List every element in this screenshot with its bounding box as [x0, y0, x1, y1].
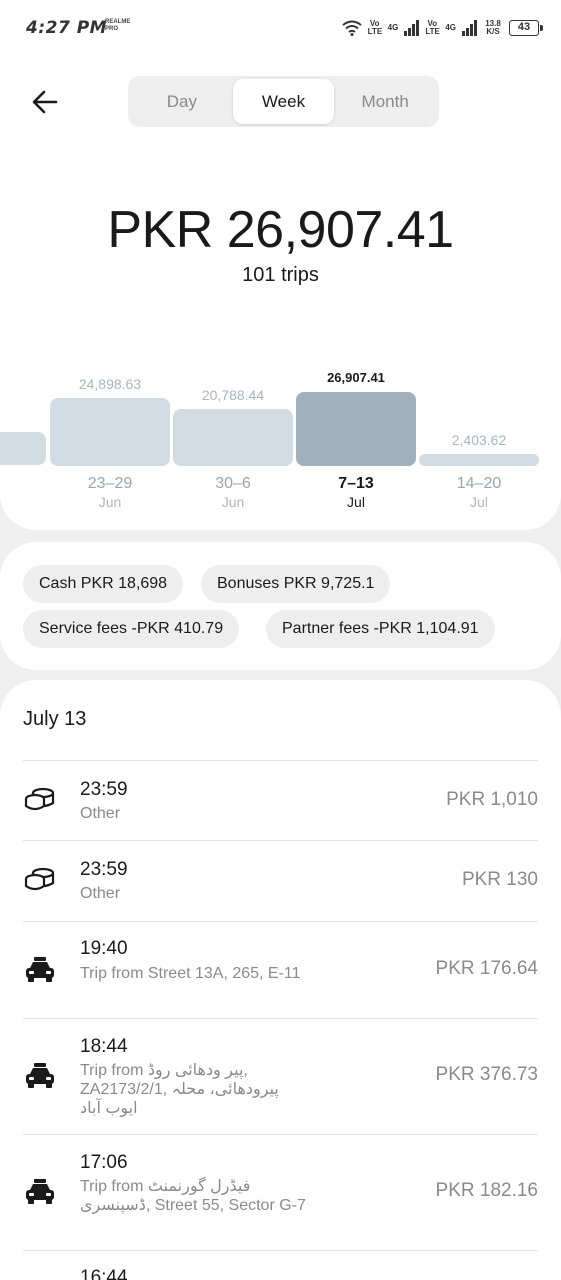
bar-value-label: 24,898.63 [78, 375, 142, 392]
bar-week-30–6[interactable] [173, 408, 293, 466]
chip-partner-fees[interactable]: Partner fees -PKR 1,104.91 [266, 610, 495, 648]
bar-week-23–29[interactable] [50, 397, 170, 466]
bar-category-label[interactable]: 14–20 Jul [419, 475, 539, 511]
item-time: 16:44 [80, 1267, 128, 1280]
item-amount: PKR 1,010 [446, 789, 538, 810]
chip-cash[interactable]: Cash PKR 18,698 [23, 565, 184, 603]
bar-value-label: 20,788.44 [201, 386, 265, 403]
bar-category-label[interactable]: 23–29 Jun [50, 475, 170, 511]
item-time: 17:06 [80, 1152, 128, 1173]
bar-previous-partial[interactable] [0, 432, 46, 465]
bar-value-label: 2,403.62 [451, 432, 507, 448]
breakdown-card [0, 542, 561, 670]
list-date-heading: July 13 [23, 708, 87, 730]
bar-week-14–20[interactable] [419, 454, 539, 466]
car-icon [26, 1063, 54, 1088]
item-time: 18:44 [80, 1036, 128, 1057]
item-description: Trip from Street 13A, 265, E-11 [80, 965, 301, 982]
item-time: 23:59 [80, 779, 128, 800]
item-time: 19:40 [80, 938, 128, 959]
item-description: Trip from پیر ودھائی روڈ, ZA2173/2/1, پی… [80, 1062, 279, 1117]
item-description: Trip from فیڈرل گورنمنٹ ڈسپنسری, Street … [80, 1178, 306, 1214]
weekly-earnings-chart: 24,898.63 23–29 Jun 20,788.44 30–6 Jun 26,907.… [0, 0, 561, 530]
chip-bonuses[interactable]: Bonuses PKR 9,725.1 [201, 565, 391, 603]
list-item[interactable]: 16:44 [0, 1251, 561, 1280]
bar-category-label[interactable]: 30–6 Jun [173, 475, 293, 511]
bar-category-label[interactable]: 7–13 Jul [296, 475, 416, 511]
item-description: Other [80, 885, 121, 902]
chip-service-fees[interactable]: Service fees -PKR 410.79 [23, 610, 240, 648]
list-item[interactable]: 17:06 Trip from فیڈرل گورنمنٹ ڈسپنسری, S… [0, 1135, 561, 1250]
list-item[interactable]: 19:40 Trip from Street 13A, 265, E-11 PK… [0, 922, 561, 1018]
bar-value-label: 26,907.41 [327, 370, 385, 385]
item-amount: PKR 176.64 [435, 958, 538, 979]
car-icon [26, 1179, 54, 1204]
car-icon [26, 957, 54, 982]
bar-week-7–13[interactable] [296, 392, 416, 466]
list-item[interactable]: 23:59 Other PKR 1,010 [0, 761, 561, 841]
item-time: 23:59 [80, 859, 128, 880]
item-amount: PKR 376.73 [435, 1064, 538, 1085]
list-item[interactable]: 18:44 Trip from پیر ودھائی روڈ, ZA2173/2… [0, 1019, 561, 1134]
item-description: Other [80, 805, 121, 822]
list-item[interactable]: 23:59 Other PKR 130 [0, 841, 561, 921]
item-amount: PKR 130 [461, 869, 538, 890]
item-amount: PKR 182.16 [435, 1180, 538, 1201]
coins-icon [24, 867, 55, 891]
coins-icon [24, 787, 55, 811]
